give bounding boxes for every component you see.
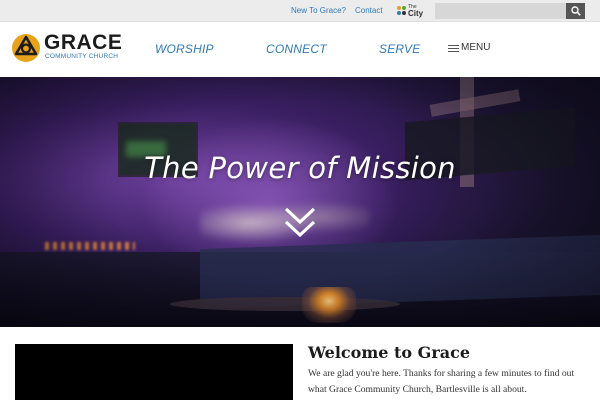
menu-label: MENU xyxy=(461,42,491,53)
logo-title: GRACE xyxy=(44,31,123,54)
the-city-logo-icon xyxy=(397,6,407,16)
nav-connect[interactable]: CONNECT xyxy=(266,42,327,56)
site-logo[interactable]: GRACE COMMUNITY CHURCH xyxy=(11,32,123,66)
the-city-big-text: City xyxy=(408,9,424,18)
hero-banner: The Power of Mission xyxy=(0,77,600,327)
chevron-double-down-icon xyxy=(284,207,316,238)
nav-serve[interactable]: SERVE xyxy=(379,42,420,56)
hero-title: The Power of Mission xyxy=(144,151,456,185)
contact-link[interactable]: Contact xyxy=(355,6,383,15)
nav-worship[interactable]: WORSHIP xyxy=(155,42,214,56)
search-icon xyxy=(571,6,581,16)
site-header: GRACE COMMUNITY CHURCH WORSHIP CONNECT S… xyxy=(0,22,600,77)
utility-bar: New To Grace? Contact The City xyxy=(0,0,600,22)
grace-logo-icon xyxy=(12,34,40,62)
the-city-link[interactable]: The City xyxy=(397,4,427,18)
scroll-down-button[interactable] xyxy=(283,206,317,240)
hero-vignette xyxy=(0,77,600,327)
search-button[interactable] xyxy=(566,3,585,19)
search-input[interactable] xyxy=(435,3,566,19)
welcome-video[interactable] xyxy=(15,344,293,400)
welcome-text: We are glad you're here. Thanks for shar… xyxy=(308,368,575,395)
new-to-grace-link[interactable]: New To Grace? xyxy=(291,6,346,15)
menu-button[interactable]: MENU xyxy=(448,42,498,56)
logo-subtitle: COMMUNITY CHURCH xyxy=(45,53,119,60)
hamburger-icon xyxy=(448,45,459,53)
welcome-title: Welcome to Grace xyxy=(308,343,471,362)
